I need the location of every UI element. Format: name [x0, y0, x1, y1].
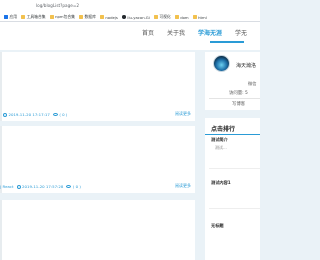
- ranking-panel: 点击排行 测试简介 测试... 测试内容1 无标题: [205, 118, 260, 260]
- folder-icon: [153, 15, 158, 19]
- profile-visits: 访问量: 5: [229, 91, 248, 96]
- bookmark-label: npm包合集: [55, 14, 75, 19]
- profile-name: 海天瀚洛: [236, 63, 257, 69]
- read-more-link[interactable]: 阅读更多: [175, 183, 191, 189]
- bookmark-dom[interactable]: dom: [174, 14, 189, 20]
- card-edge: [0, 200, 2, 260]
- clock-icon: [16, 184, 21, 189]
- folder-icon: [174, 15, 179, 19]
- bookmark-tools[interactable]: 工具箱合集: [21, 14, 46, 20]
- clock-icon: [3, 112, 7, 117]
- avatar[interactable]: [213, 55, 230, 72]
- ranking-title: 点击排行: [211, 126, 236, 133]
- profile-follow[interactable]: 微信: [248, 81, 256, 87]
- ranking-item[interactable]: 测试内容1: [211, 180, 231, 186]
- nav-study[interactable]: 学海无涯: [198, 30, 222, 38]
- post-date: 2019-11-20 17:17:17: [8, 112, 50, 117]
- bookmark-label: nodejs: [105, 14, 118, 20]
- bookmark-database[interactable]: 数据库: [78, 14, 96, 20]
- post-meta: 2019-11-20 17:17:17 ( 0 ): [0, 112, 67, 117]
- bookmark-nodejs[interactable]: nodejs: [99, 14, 118, 20]
- post-card[interactable]: 2019-11-20 17:17:17 ( 0 ) 阅读更多: [0, 52, 195, 121]
- divider: [209, 208, 260, 209]
- post-views: ( 0 ): [59, 112, 68, 117]
- bookmark-label: liu-yacon.Gi: [127, 14, 150, 20]
- nav-active-indicator: [210, 41, 244, 43]
- main-nav: 首页 关于我 学海无涯 学无: [142, 30, 260, 38]
- profile-card: 海天瀚洛 微信 访问量: 5 写博客: [205, 52, 260, 110]
- bookmark-apps[interactable]: 应用: [4, 14, 17, 20]
- post-card[interactable]: [0, 200, 195, 260]
- post-tag[interactable]: | React: [0, 184, 14, 189]
- card-edge: [0, 52, 2, 121]
- bookmark-label: dom: [180, 14, 189, 20]
- folder-icon: [99, 15, 104, 19]
- profile-posts-link[interactable]: 写博客: [232, 101, 245, 107]
- github-icon: [121, 15, 126, 19]
- ranking-item-summary: 测试...: [215, 145, 227, 150]
- post-card[interactable]: | React 2019-11-20 17:57:28 ( 0 ) 阅读更多: [0, 126, 195, 193]
- eye-icon: [52, 113, 58, 116]
- apps-icon: [4, 15, 8, 19]
- bookmark-label: 应用: [9, 14, 18, 19]
- nav-about[interactable]: 关于我: [167, 30, 185, 38]
- ranking-item[interactable]: 无标题: [211, 223, 224, 229]
- address-bar[interactable]: log/blogList?page=2: [36, 2, 79, 10]
- ranking-title-underline: [205, 134, 260, 135]
- bookmark-label: 数据库: [84, 14, 96, 19]
- folder-icon: [78, 15, 83, 19]
- bookmark-visualization[interactable]: 可视化: [153, 14, 171, 20]
- ranking-item[interactable]: 测试简介: [211, 137, 228, 143]
- post-date: 2019-11-20 17:57:28: [22, 184, 64, 189]
- eye-icon: [66, 185, 72, 188]
- bookmark-npm[interactable]: npm包合集: [49, 14, 75, 20]
- nav-more[interactable]: 学无: [235, 30, 247, 38]
- nav-home[interactable]: 首页: [142, 30, 154, 38]
- divider: [209, 98, 260, 99]
- divider: [209, 168, 260, 169]
- bookmark-label: 工具箱合集: [26, 14, 46, 19]
- post-views: ( 0 ): [72, 184, 81, 189]
- bookmarks-bar: 应用 工具箱合集 npm包合集 数据库 nodejs liu-yacon.Gi …: [0, 13, 207, 21]
- read-more-link[interactable]: 阅读更多: [175, 111, 191, 117]
- bookmark-github[interactable]: liu-yacon.Gi: [121, 14, 150, 20]
- card-edge: [0, 126, 2, 193]
- bookmark-label: html: [198, 14, 207, 20]
- bookmark-label: 可视化: [159, 14, 171, 19]
- folder-icon: [192, 15, 197, 19]
- folder-icon: [21, 15, 26, 19]
- post-meta: | React 2019-11-20 17:57:28 ( 0 ): [0, 184, 81, 189]
- folder-icon: [49, 15, 54, 19]
- site-header: 首页 关于我 学海无涯 学无: [0, 22, 260, 50]
- browser-chrome: log/blogList?page=2 应用 工具箱合集 npm包合集 数据库 …: [0, 0, 260, 22]
- bookmark-html[interactable]: html: [192, 14, 207, 20]
